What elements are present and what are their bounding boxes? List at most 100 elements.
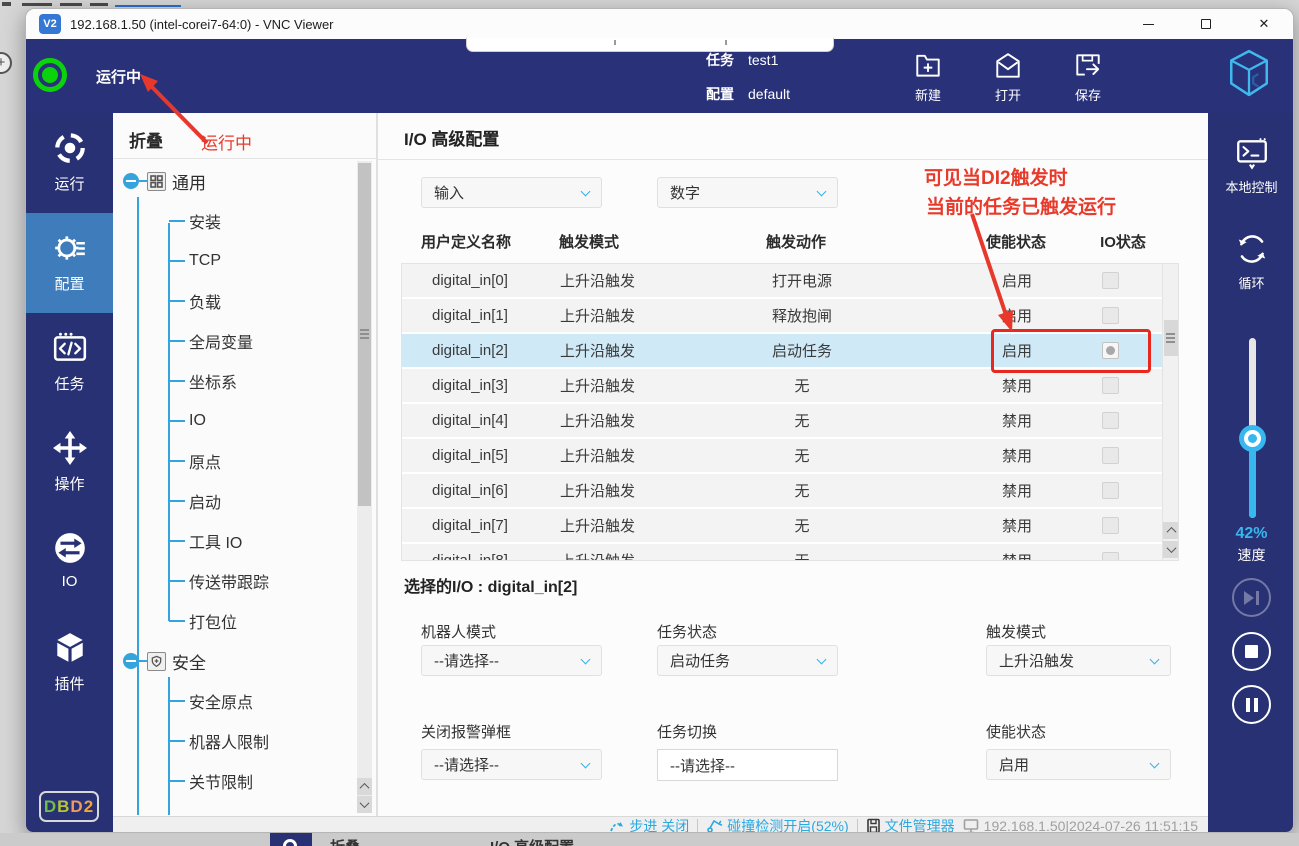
task-switch-input[interactable]: --请选择-- <box>657 749 838 781</box>
robot-mode-select[interactable]: --请选择-- <box>421 645 602 676</box>
save-button[interactable]: 保存 <box>1056 51 1120 107</box>
collapse-toggle-icon[interactable] <box>123 173 139 189</box>
table-row[interactable]: digital_in[4]上升沿触发无禁用 <box>402 404 1162 437</box>
collapse-button[interactable]: 折叠 <box>129 127 163 152</box>
table-row[interactable]: digital_in[1]上升沿触发释放抱闸启用 <box>402 299 1162 332</box>
table-row[interactable]: digital_in[7]上升沿触发无禁用 <box>402 509 1162 542</box>
running-status-text: 运行中 <box>96 66 141 87</box>
config-label: 配置 <box>706 86 734 102</box>
sidebar-item-plugin[interactable]: 插件 <box>26 613 113 713</box>
local-control-button[interactable]: 本地控制 <box>1208 137 1294 196</box>
table-row[interactable]: digital_in[0]上升沿触发打开电源启用 <box>402 264 1162 297</box>
sidebar-item-run[interactable]: 运行 <box>26 113 113 213</box>
selected-io-label: 选择的I/O : <box>404 579 483 596</box>
table-scrollbar[interactable] <box>1162 264 1178 560</box>
skip-icon <box>1244 591 1259 605</box>
io-type-select[interactable]: 数字 <box>657 177 838 208</box>
annotation-highlight-box <box>991 329 1151 373</box>
tree-item-tcp[interactable]: TCP <box>169 249 221 273</box>
general-grid-icon <box>147 172 166 191</box>
table-scrollbar-thumb[interactable] <box>1164 320 1178 356</box>
maximize-button[interactable] <box>1177 9 1235 39</box>
task-value: test1 <box>748 52 778 68</box>
tree-item-startup[interactable]: 启动 <box>169 489 221 513</box>
background-plus-icon: + <box>0 52 12 74</box>
column-header-iostate: IO状态 <box>1086 231 1160 252</box>
step-forward-button <box>1232 578 1271 617</box>
chevron-up-icon <box>360 783 370 793</box>
stop-button[interactable] <box>1232 632 1271 671</box>
tree-item-home[interactable]: 原点 <box>169 449 221 473</box>
io-state-checkbox[interactable] <box>1102 447 1119 464</box>
minimize-button[interactable] <box>1119 9 1177 39</box>
tree-item-safety-home[interactable]: 安全原点 <box>169 689 253 713</box>
task-state-select[interactable]: 启动任务 <box>657 645 838 676</box>
save-icon <box>1073 51 1103 81</box>
chevron-up-icon <box>1166 527 1176 537</box>
sidebar-item-config[interactable]: 配置 <box>26 213 113 313</box>
scroll-up-button[interactable] <box>1163 522 1179 539</box>
config-tree-panel: 折叠 运行中 通用 安装 TCP 负载 全局变量 坐标系 IO 原点 启动 工具… <box>113 113 378 816</box>
trigger-mode-select[interactable]: 上升沿触发 <box>986 645 1171 676</box>
tree-item-tool-io[interactable]: 工具 IO <box>169 529 242 553</box>
tree-item-coordinate[interactable]: 坐标系 <box>169 369 237 393</box>
sidebar-item-operate[interactable]: 操作 <box>26 413 113 513</box>
speed-label: 速度 <box>1208 545 1294 565</box>
pause-icon <box>1246 698 1258 712</box>
tree-item-pallet[interactable]: 打包位 <box>169 609 237 633</box>
minimize-icon <box>1143 24 1154 25</box>
loop-cycle-icon <box>1234 231 1270 267</box>
sidebar-item-task[interactable]: 任务 <box>26 313 113 413</box>
io-state-checkbox[interactable] <box>1102 552 1119 561</box>
table-row[interactable]: digital_in[6]上升沿触发无禁用 <box>402 474 1162 507</box>
tree-scrollbar-thumb[interactable] <box>358 163 371 506</box>
step-mode-status[interactable]: 步进 关闭 <box>609 816 689 834</box>
file-manager-button[interactable]: 文件管理器 <box>866 816 955 834</box>
table-row[interactable]: digital_in[3]上升沿触发无禁用 <box>402 369 1162 402</box>
speed-slider-thumb[interactable] <box>1239 425 1266 452</box>
column-header-name: 用户定义名称 <box>421 231 511 252</box>
scroll-down-button[interactable] <box>357 796 372 813</box>
io-state-checkbox[interactable] <box>1102 377 1119 394</box>
scroll-up-button[interactable] <box>357 778 372 795</box>
divider <box>857 819 858 832</box>
background-page-title: I/O 高级配置 <box>490 836 574 846</box>
tree-group-general[interactable]: 通用 <box>123 169 206 193</box>
tree-item-joint-limits[interactable]: 关节限制 <box>169 769 253 793</box>
io-state-checkbox[interactable] <box>1102 307 1119 324</box>
sidebar-item-io[interactable]: IO <box>26 513 113 613</box>
tree-item-global-vars[interactable]: 全局变量 <box>169 329 253 353</box>
tree-item-payload[interactable]: 负载 <box>169 289 221 313</box>
tree-item-io[interactable]: IO <box>169 409 206 433</box>
tree-item-install[interactable]: 安装 <box>169 209 221 233</box>
robot-badge[interactable]: DBD2 <box>39 791 99 822</box>
safety-shield-icon <box>147 652 166 671</box>
tree-scrollbar[interactable] <box>357 161 372 813</box>
title-bar[interactable]: V2 192.168.1.50 (intel-corei7-64:0) - VN… <box>26 9 1293 39</box>
tree-item-conveyor[interactable]: 传送带跟踪 <box>169 569 269 593</box>
io-state-checkbox[interactable] <box>1102 517 1119 534</box>
chevron-down-icon <box>1166 543 1176 553</box>
pause-button[interactable] <box>1232 685 1271 724</box>
io-state-checkbox[interactable] <box>1102 412 1119 429</box>
table-row[interactable]: digital_in[5]上升沿触发无禁用 <box>402 439 1162 472</box>
io-state-checkbox[interactable] <box>1102 482 1119 499</box>
new-button[interactable]: 新建 <box>896 51 960 107</box>
enable-state-label: 使能状态 <box>986 721 1046 742</box>
table-row[interactable]: digital_in[8]上升沿触发无禁用 <box>402 544 1162 561</box>
loop-button[interactable]: 循环 <box>1208 231 1294 292</box>
background-sidebar-fragment <box>270 833 312 846</box>
column-header-enable: 使能状态 <box>976 231 1056 252</box>
io-state-checkbox[interactable] <box>1102 272 1119 289</box>
close-alarm-select[interactable]: --请选择-- <box>421 749 602 780</box>
collapse-toggle-icon[interactable] <box>123 653 139 669</box>
collision-detect-status[interactable]: 碰撞检测开启(52%) <box>706 816 848 834</box>
vnc-toolbar-handle[interactable] <box>466 38 834 52</box>
enable-state-select[interactable]: 启用 <box>986 749 1171 780</box>
scroll-down-button[interactable] <box>1163 541 1179 558</box>
tree-item-robot-limits[interactable]: 机器人限制 <box>169 729 269 753</box>
io-direction-select[interactable]: 输入 <box>421 177 602 208</box>
close-button[interactable]: ✕ <box>1235 9 1293 39</box>
tree-group-safety[interactable]: 安全 <box>123 649 206 673</box>
open-button[interactable]: 打开 <box>976 51 1040 107</box>
